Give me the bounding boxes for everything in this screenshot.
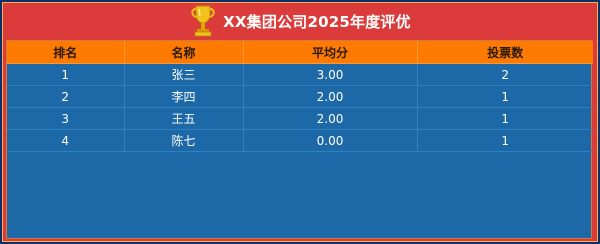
ranking-panel: XX集团公司2025年度评优 排名 名称 平均分 投票数 1 张三 3.00 2… [2,2,598,242]
column-header-rank: 排名 [7,41,125,64]
rank-cell: 2 [7,85,125,108]
average-score-cell: 2.00 [243,85,418,108]
table-row: 1 张三 3.00 2 [7,63,593,86]
rank-cell: 1 [7,63,125,86]
trophy-icon [189,3,217,39]
table-header-row: 排名 名称 平均分 投票数 [7,41,593,64]
average-score-cell: 0.00 [243,129,418,152]
rank-cell: 3 [7,107,125,130]
page-title: XX集团公司2025年度评优 [223,13,411,31]
table-row: 2 李四 2.00 1 [7,85,593,108]
name-cell: 陈七 [124,129,244,152]
name-cell: 张三 [124,63,244,86]
vote-count-cell: 1 [417,129,593,152]
vote-count-cell: 2 [417,63,593,86]
average-score-cell: 2.00 [243,107,418,130]
name-cell: 王五 [124,107,244,130]
rank-cell: 4 [7,129,125,152]
column-header-average-score: 平均分 [243,41,418,64]
table-row: 3 王五 2.00 1 [7,107,593,130]
name-cell: 李四 [124,85,244,108]
average-score-cell: 3.00 [243,63,418,86]
table-row: 4 陈七 0.00 1 [7,129,593,152]
ranking-table: 排名 名称 平均分 投票数 1 张三 3.00 2 2 李四 2.00 1 3 … [7,41,593,152]
page-frame: XX集团公司2025年度评优 排名 名称 平均分 投票数 1 张三 3.00 2… [0,0,600,244]
column-header-vote-count: 投票数 [417,41,593,64]
column-header-name: 名称 [124,41,244,64]
ranking-table-container: 排名 名称 平均分 投票数 1 张三 3.00 2 2 李四 2.00 1 3 … [6,40,593,239]
title-bar: XX集团公司2025年度评优 [3,3,597,40]
vote-count-cell: 1 [417,85,593,108]
vote-count-cell: 1 [417,107,593,130]
